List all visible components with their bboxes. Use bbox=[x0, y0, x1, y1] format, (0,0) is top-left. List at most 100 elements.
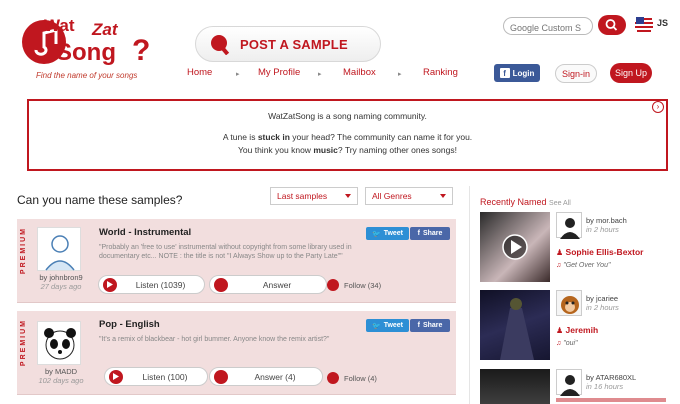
share-button[interactable]: f Share bbox=[410, 319, 450, 332]
artist-name-truncated bbox=[556, 398, 666, 402]
album-thumbnail[interactable] bbox=[480, 290, 550, 360]
album-thumbnail[interactable] bbox=[480, 212, 550, 282]
facebook-login-label: Login bbox=[512, 68, 535, 78]
artist-name[interactable]: ♟ Jeremih bbox=[556, 325, 598, 335]
person-icon: ♟ bbox=[556, 248, 564, 257]
sample-title[interactable]: Pop - English bbox=[99, 319, 160, 330]
listen-button[interactable]: Listen (1039) bbox=[98, 275, 205, 294]
user-avatar[interactable] bbox=[556, 290, 582, 316]
sample-card: PREMIUM by johnbron9 27 days ago World -… bbox=[17, 219, 456, 303]
namer: by ATAR680XL in 16 hours bbox=[586, 373, 636, 391]
album-art bbox=[500, 298, 534, 360]
namer: by jcariee in 2 hours bbox=[586, 294, 619, 312]
listen-label: Listen (1039) bbox=[135, 279, 186, 290]
play-icon bbox=[502, 234, 528, 260]
chevron-down-icon bbox=[345, 194, 351, 198]
recently-named-title: Recently Named See All bbox=[480, 197, 571, 207]
tagline: Find the name of your songs bbox=[36, 71, 138, 80]
follow-button[interactable]: Follow (4) bbox=[327, 372, 377, 384]
nav-ranking[interactable]: Ranking bbox=[423, 67, 458, 83]
premium-label: PREMIUM bbox=[20, 319, 27, 367]
genre-select[interactable]: All Genres bbox=[365, 187, 453, 205]
language-label[interactable]: JS bbox=[657, 18, 668, 28]
see-all-link[interactable]: See All bbox=[549, 200, 571, 207]
monkey-avatar-icon bbox=[561, 296, 579, 314]
sample-author-name[interactable]: by MADD bbox=[31, 367, 91, 376]
follow-button[interactable]: Follow (34) bbox=[327, 279, 381, 291]
sample-author: by johnbron9 27 days ago bbox=[31, 273, 91, 291]
twitter-icon: 🐦 bbox=[371, 322, 381, 330]
song-title[interactable]: ♫ "oui" bbox=[556, 340, 578, 347]
intro-line-3: You think you know music? Try naming oth… bbox=[238, 145, 457, 155]
sample-description: "It's a remix of blackbear - hot girl bu… bbox=[99, 336, 330, 343]
post-sample-button[interactable]: POST A SAMPLE bbox=[195, 26, 381, 62]
signup-button[interactable]: Sign Up bbox=[610, 63, 652, 83]
nav-separator: ▸ bbox=[398, 71, 402, 78]
post-sample-label: POST A SAMPLE bbox=[240, 36, 348, 52]
user-avatar-icon bbox=[45, 235, 75, 271]
nav-mailbox[interactable]: Mailbox bbox=[343, 67, 376, 83]
music-note-icon: ♫ bbox=[556, 262, 562, 269]
answer-button[interactable]: Answer (4) bbox=[209, 367, 323, 386]
panda-avatar-icon bbox=[44, 328, 76, 360]
facebook-icon: f bbox=[417, 230, 420, 237]
sample-age: 27 days ago bbox=[40, 282, 82, 291]
svg-text:Song: Song bbox=[56, 39, 116, 66]
intro-line-1: WatZatSong is a song naming community. bbox=[268, 111, 427, 121]
us-flag-icon[interactable] bbox=[634, 15, 654, 33]
named-age: in 2 hours bbox=[586, 303, 619, 312]
chevron-down-icon bbox=[440, 194, 446, 198]
microphone-icon bbox=[211, 35, 230, 55]
search-box[interactable] bbox=[503, 17, 593, 35]
svg-text:Wat: Wat bbox=[44, 16, 75, 35]
samples-heading: Can you name these samples? bbox=[17, 193, 183, 207]
recently-named-panel: Recently Named See All by mor.bach in 2 … bbox=[469, 186, 680, 404]
artist-name[interactable]: ♟ Sophie Ellis-Bextor bbox=[556, 247, 643, 257]
namer-name[interactable]: by mor.bach bbox=[586, 216, 627, 225]
nav-my-profile[interactable]: My Profile bbox=[258, 67, 300, 83]
sort-select[interactable]: Last samples bbox=[270, 187, 358, 205]
sample-description: "Probably an 'free to use' instrumental … bbox=[99, 244, 352, 260]
namer-name[interactable]: by ATAR680XL bbox=[586, 373, 636, 382]
sample-title[interactable]: World - Instrumental bbox=[99, 227, 191, 238]
avatar[interactable] bbox=[37, 321, 81, 365]
follow-icon bbox=[327, 372, 339, 384]
user-avatar[interactable] bbox=[556, 212, 582, 239]
album-thumbnail[interactable] bbox=[480, 369, 550, 404]
music-note-icon: ♫ bbox=[556, 340, 562, 347]
play-icon bbox=[109, 369, 123, 384]
nav-separator: ▸ bbox=[318, 71, 322, 78]
share-label: Share bbox=[422, 230, 443, 237]
nav-home[interactable]: Home bbox=[187, 67, 212, 83]
sort-select-value: Last samples bbox=[277, 191, 328, 201]
search-icon bbox=[605, 19, 618, 31]
follow-label: Follow (4) bbox=[344, 373, 377, 383]
listen-button[interactable]: Listen (100) bbox=[104, 367, 208, 386]
person-icon: ♟ bbox=[556, 326, 564, 335]
svg-text:Zat: Zat bbox=[91, 20, 119, 39]
microphone-icon bbox=[214, 277, 228, 292]
answer-button[interactable]: Answer bbox=[209, 275, 327, 294]
close-intro-icon[interactable]: › bbox=[652, 101, 664, 113]
svg-text:?: ? bbox=[132, 34, 150, 67]
avatar[interactable] bbox=[37, 227, 81, 271]
sample-author-name[interactable]: by johnbron9 bbox=[31, 273, 91, 282]
twitter-icon: 🐦 bbox=[371, 230, 381, 238]
facebook-login-button[interactable]: f Login bbox=[494, 64, 540, 82]
facebook-icon: f bbox=[417, 322, 420, 329]
default-user-icon bbox=[560, 375, 580, 396]
search-button[interactable] bbox=[598, 15, 626, 35]
default-user-icon bbox=[560, 218, 580, 239]
user-avatar[interactable] bbox=[556, 369, 582, 396]
listen-label: Listen (100) bbox=[142, 371, 188, 382]
signin-button[interactable]: Sign-in bbox=[555, 64, 597, 83]
sample-age: 102 days ago bbox=[38, 376, 84, 385]
search-input[interactable] bbox=[510, 20, 590, 34]
tweet-button[interactable]: 🐦 Tweet bbox=[366, 319, 409, 332]
premium-label: PREMIUM bbox=[20, 227, 27, 275]
share-button[interactable]: f Share bbox=[410, 227, 450, 240]
play-icon bbox=[103, 277, 117, 292]
song-title[interactable]: ♫ "Get Over You" bbox=[556, 262, 610, 269]
namer-name[interactable]: by jcariee bbox=[586, 294, 619, 303]
tweet-button[interactable]: 🐦 Tweet bbox=[366, 227, 409, 240]
